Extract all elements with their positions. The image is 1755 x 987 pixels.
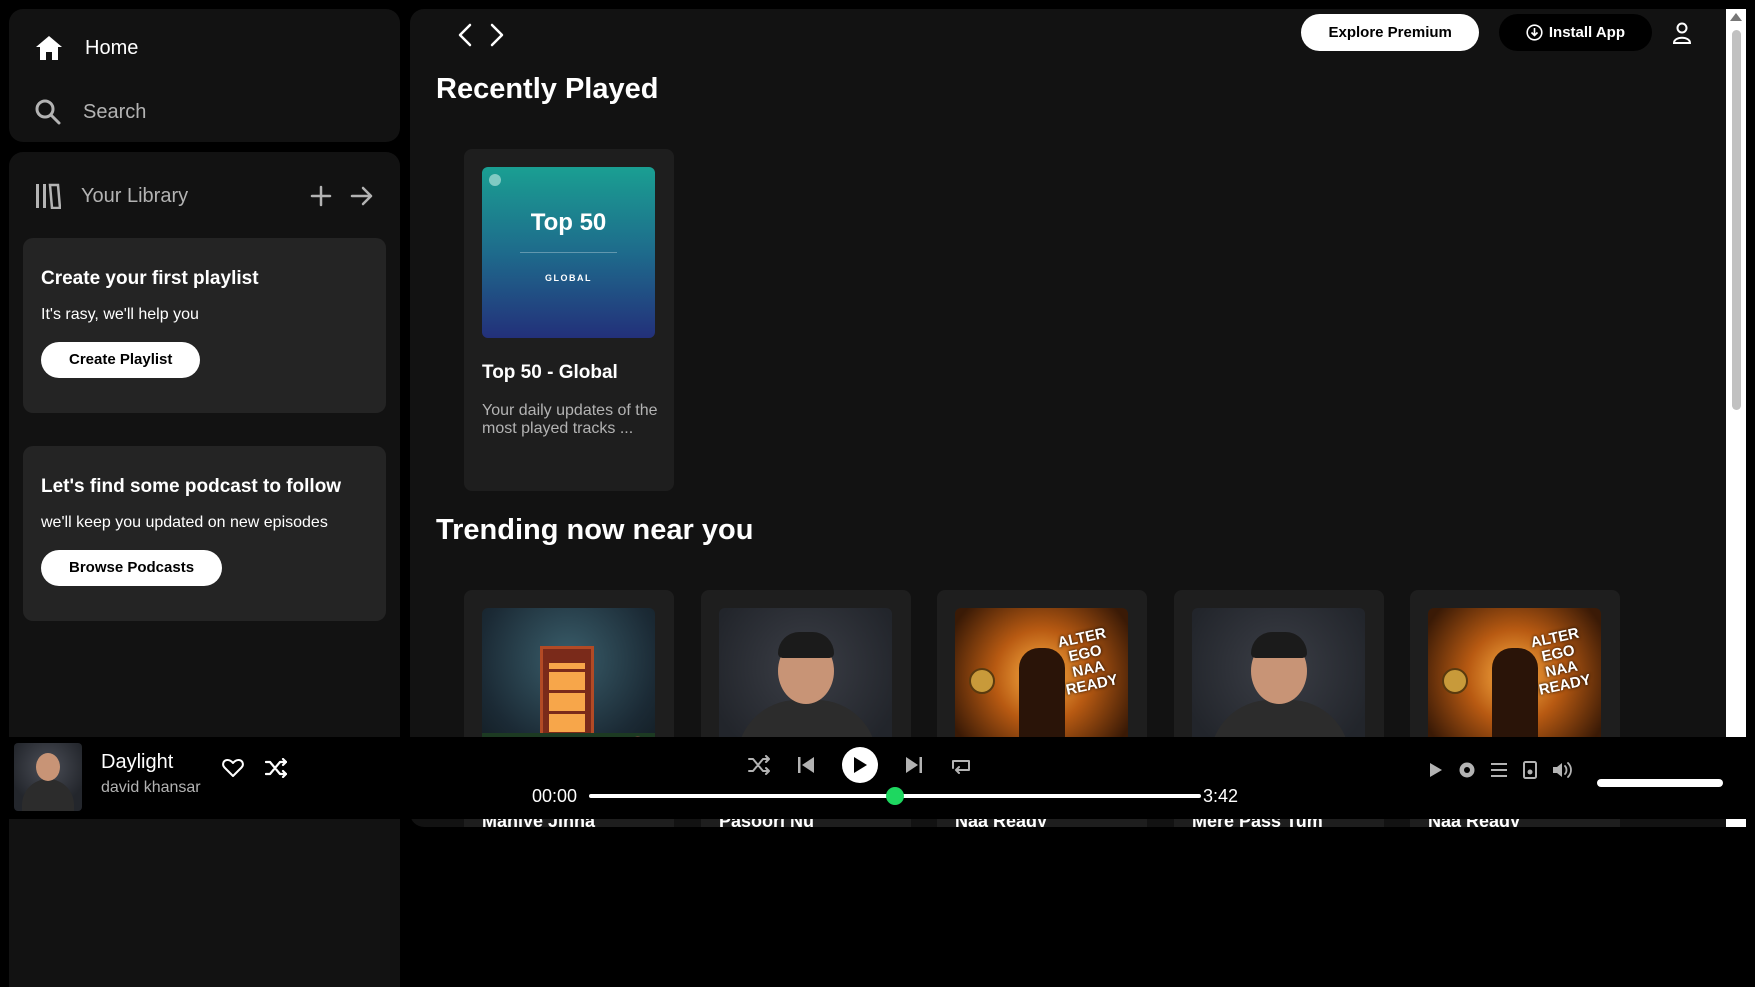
user-icon[interactable] xyxy=(1672,22,1692,44)
play-button[interactable] xyxy=(842,747,878,783)
home-icon xyxy=(36,36,62,60)
shuffle-icon[interactable] xyxy=(265,758,287,778)
repeat-icon[interactable] xyxy=(950,755,972,775)
library-icon[interactable] xyxy=(35,183,61,209)
create-playlist-subtitle: It's rasy, we'll help you xyxy=(41,306,199,323)
trending-title: Trending now near you xyxy=(436,514,754,546)
cover-subtitle: GLOBAL xyxy=(545,273,592,283)
shuffle-icon[interactable] xyxy=(748,755,770,775)
install-app-label: Install App xyxy=(1548,24,1625,41)
volume-icon[interactable] xyxy=(1552,761,1574,779)
album-art-text: ALTER EGO NAA READY xyxy=(1056,624,1120,699)
device-icon[interactable] xyxy=(1522,761,1538,779)
now-playing-view-icon[interactable] xyxy=(1428,761,1444,779)
history-nav xyxy=(458,23,504,47)
previous-icon[interactable] xyxy=(796,755,816,775)
podcast-card: Let's find some podcast to follow we'll … xyxy=(23,446,386,621)
create-playlist-button[interactable]: Create Playlist xyxy=(41,342,201,378)
playlist-name: Top 50 - Global xyxy=(482,362,618,383)
create-playlist-card: Create your first playlist It's rasy, we… xyxy=(23,238,386,413)
nav-home-label: Home xyxy=(85,36,139,59)
current-time: 00:00 xyxy=(532,786,578,806)
playlist-description: Your daily updates of the most played tr… xyxy=(482,402,658,437)
search-icon xyxy=(35,99,61,125)
back-icon[interactable] xyxy=(458,23,472,47)
nav-search[interactable]: Search xyxy=(35,99,146,125)
now-playing-title[interactable]: Daylight xyxy=(101,751,173,774)
library-header: Your Library xyxy=(35,176,374,216)
explore-premium-button[interactable]: Explore Premium xyxy=(1301,14,1479,51)
album-art-text: ALTER EGO NAA READY xyxy=(1529,624,1593,699)
recently-played-card[interactable]: Top 50 GLOBAL Top 50 - Global Your daily… xyxy=(464,149,674,491)
cover-divider xyxy=(520,252,617,253)
volume-slider[interactable] xyxy=(1597,779,1723,787)
library-panel: Your Library Create your first playlist … xyxy=(9,152,400,987)
podcast-card-title: Let's find some podcast to follow xyxy=(41,476,342,497)
browse-podcasts-button[interactable]: Browse Podcasts xyxy=(41,550,223,586)
nav-home[interactable]: Home xyxy=(35,35,138,61)
duration: 3:42 xyxy=(1203,786,1239,806)
play-icon xyxy=(854,757,867,773)
download-circle-icon xyxy=(1526,24,1543,41)
sidebar-nav: Home Search xyxy=(9,9,400,142)
playback-controls xyxy=(748,747,972,783)
player-bar: Daylight david khansar 00:00 3:42 xyxy=(0,737,1755,819)
top50-cover: Top 50 GLOBAL xyxy=(482,167,655,338)
create-playlist-title: Create your first playlist xyxy=(41,268,259,289)
lyrics-icon[interactable] xyxy=(1458,761,1476,779)
progress-thumb[interactable] xyxy=(886,787,904,805)
queue-icon[interactable] xyxy=(1490,762,1508,778)
plus-icon[interactable] xyxy=(310,185,332,207)
recently-played-title: Recently Played xyxy=(436,73,659,105)
now-playing-artist[interactable]: david khansar xyxy=(101,779,201,797)
podcast-card-subtitle: we'll keep you updated on new episodes xyxy=(41,514,328,531)
scroll-up-icon[interactable] xyxy=(1730,13,1742,21)
nav-search-label: Search xyxy=(83,100,147,123)
install-app-button[interactable]: Install App xyxy=(1498,14,1652,51)
now-playing-art[interactable] xyxy=(14,743,82,811)
library-title[interactable]: Your Library xyxy=(81,185,188,208)
cover-title: Top 50 xyxy=(530,209,607,236)
brand-dot-icon xyxy=(489,174,501,186)
main-content: Explore Premium Install App Recently Pla… xyxy=(410,9,1746,827)
progress-bar[interactable] xyxy=(589,787,1201,805)
scrollbar-thumb[interactable] xyxy=(1732,30,1741,410)
header-actions: Explore Premium Install App xyxy=(1301,14,1692,51)
next-icon[interactable] xyxy=(904,755,924,775)
extra-controls xyxy=(1428,761,1574,779)
arrow-right-icon[interactable] xyxy=(350,185,374,207)
forward-icon[interactable] xyxy=(490,23,504,47)
heart-icon[interactable] xyxy=(222,758,244,778)
